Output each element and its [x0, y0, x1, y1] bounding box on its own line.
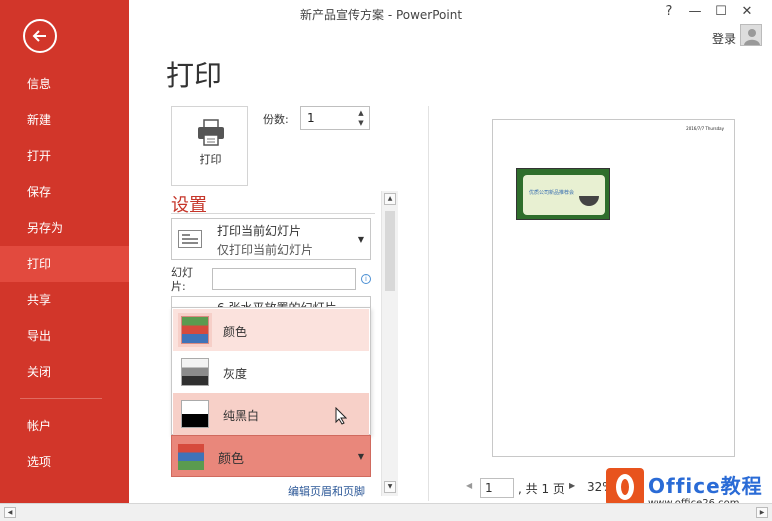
window-controls: ? — ☐ ✕	[656, 4, 760, 19]
restore-button[interactable]: ☐	[708, 4, 734, 19]
page-total: , 共 1 页	[518, 482, 565, 496]
avatar[interactable]	[740, 24, 762, 46]
preview-date: 2016/7/7 Thursday	[686, 126, 724, 131]
slide-range-sub-text: 仅打印当前幻灯片	[217, 243, 314, 257]
minimize-button[interactable]: —	[682, 4, 708, 19]
sidebar-divider	[20, 398, 102, 399]
sidebar-nav: 信息 新建 打开 保存 另存为 打印 共享 导出 关闭	[0, 66, 129, 390]
slide-layout-icon	[178, 230, 202, 248]
scroll-thumb[interactable]	[385, 211, 395, 291]
color-option-label: 灰度	[223, 367, 248, 381]
color-swatch-icon	[178, 444, 204, 470]
sidebar-item-close[interactable]: 关闭	[0, 354, 129, 390]
copies-stepper[interactable]: 1 ▲ ▼	[300, 106, 370, 130]
color-dropdown[interactable]: 颜色 ▼	[171, 435, 371, 477]
back-button[interactable]	[23, 19, 57, 53]
mouse-cursor-icon	[335, 407, 347, 425]
sidebar-item-open[interactable]: 打开	[0, 138, 129, 174]
print-button-label: 打印	[199, 153, 222, 166]
window-title: 新产品宣传方案 - PowerPoint	[300, 8, 463, 22]
chevron-down-icon: ▼	[357, 235, 364, 244]
sidebar-item-export[interactable]: 导出	[0, 318, 129, 354]
color-swatch-icon	[181, 316, 209, 344]
color-option-grayscale[interactable]: 灰度	[173, 351, 369, 393]
color-option-black-white[interactable]: 纯黑白	[173, 393, 369, 435]
login-link[interactable]: 登录	[712, 30, 736, 47]
color-option-label: 纯黑白	[223, 409, 260, 423]
scroll-up-icon[interactable]: ▲	[384, 193, 396, 205]
color-option-label: 颜色	[223, 325, 248, 339]
slide-range-main-text: 打印当前幻灯片	[217, 224, 302, 238]
settings-scrollbar[interactable]: ▲ ▼	[381, 191, 398, 496]
slide-range-dropdown[interactable]: 打印当前幻灯片 仅打印当前幻灯片 ▼	[171, 218, 371, 260]
sidebar-item-save-as[interactable]: 另存为	[0, 210, 129, 246]
panel-divider	[428, 106, 429, 501]
edit-header-footer-link[interactable]: 编辑页眉和页脚	[288, 483, 365, 499]
sidebar-item-info[interactable]: 信息	[0, 66, 129, 102]
color-dropdown-menu: 颜色 灰度 纯黑白	[171, 307, 371, 435]
arrow-left-icon	[32, 30, 46, 42]
print-preview-page: 2016/7/7 Thursday 优质公司新品推荐会	[492, 119, 735, 457]
user-icon	[744, 29, 760, 45]
copies-spin-buttons[interactable]: ▲ ▼	[355, 108, 367, 128]
page-number-input[interactable]: 1	[480, 478, 514, 498]
next-page-icon[interactable]: ▶	[569, 481, 575, 490]
backstage-sidebar: 信息 新建 打开 保存 另存为 打印 共享 导出 关闭 帐户 选项	[0, 0, 129, 503]
scroll-right-icon[interactable]: ▶	[756, 507, 768, 518]
sidebar-item-account[interactable]: 帐户	[0, 408, 129, 444]
info-icon[interactable]: i	[361, 274, 371, 284]
sidebar-item-options[interactable]: 选项	[0, 444, 129, 480]
scroll-left-icon[interactable]: ◀	[4, 507, 16, 518]
slides-input[interactable]	[212, 268, 356, 290]
office-logo-icon	[606, 468, 644, 506]
prev-page-icon[interactable]: ◀	[466, 481, 472, 490]
sidebar-item-save[interactable]: 保存	[0, 174, 129, 210]
slides-label: 幻灯片:	[171, 266, 193, 293]
preview-slide-thumbnail: 优质公司新品推荐会	[516, 168, 610, 220]
copies-value: 1	[307, 111, 315, 125]
sidebar-item-print[interactable]: 打印	[0, 246, 129, 282]
scroll-down-icon[interactable]: ▼	[384, 481, 396, 493]
sidebar-item-new[interactable]: 新建	[0, 102, 129, 138]
sidebar-bottom-nav: 帐户 选项	[0, 408, 129, 480]
color-option-color[interactable]: 颜色	[173, 309, 369, 351]
settings-divider	[171, 213, 375, 214]
chevron-down-icon: ▼	[357, 452, 364, 461]
close-button[interactable]: ✕	[734, 4, 760, 19]
page-title: 打印	[166, 59, 223, 92]
printer-icon	[198, 119, 224, 146]
help-button[interactable]: ?	[656, 4, 682, 19]
slide-thumbnail-caption: 优质公司新品推荐会	[529, 190, 575, 196]
print-button[interactable]: 打印	[171, 106, 248, 186]
black-white-swatch-icon	[181, 400, 209, 428]
horizontal-scrollbar[interactable]: ◀ ▶	[0, 503, 772, 521]
color-dropdown-value: 颜色	[218, 452, 245, 467]
copies-label: 份数:	[263, 113, 289, 126]
grayscale-swatch-icon	[181, 358, 209, 386]
sidebar-item-share[interactable]: 共享	[0, 282, 129, 318]
